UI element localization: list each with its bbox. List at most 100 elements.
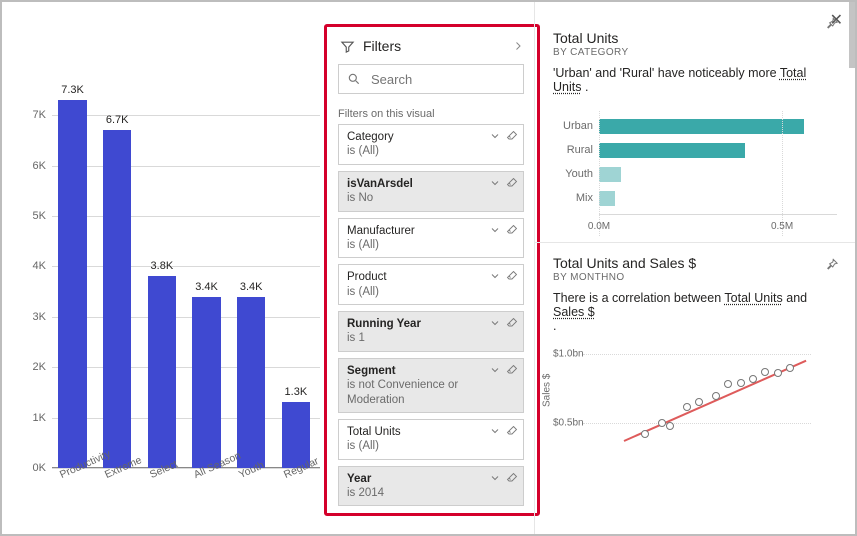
bar-value-label: 1.3K [285,386,308,398]
bar[interactable] [148,276,177,468]
filter-name: Total Units [347,425,499,439]
y-tick-label: 7K [33,109,46,121]
filter-card[interactable]: Manufactureris (All) [338,218,524,259]
insight-title: Total Units and Sales $ [553,255,837,271]
y-tick-label: 6K [33,160,46,172]
clear-filter-icon[interactable] [506,472,518,484]
clear-filter-icon[interactable] [506,270,518,282]
y-tick-label: 5K [33,210,46,222]
chevron-down-icon[interactable] [489,472,501,484]
chevron-down-icon[interactable] [489,364,501,376]
bar-value-label: 7.3K [61,84,84,96]
bar[interactable] [237,297,266,468]
clear-filter-icon[interactable] [506,317,518,329]
scatter-point[interactable] [749,375,757,383]
hbar-row[interactable]: Youth [553,162,837,186]
filters-section-label: Filters on this visual [338,108,524,120]
scatter-point[interactable] [641,430,649,438]
scatter-point[interactable] [786,364,794,372]
scatter-point[interactable] [695,398,703,406]
hbar-row[interactable]: Mix [553,186,837,210]
filter-icon [340,39,355,54]
filters-title: Filters [363,38,401,54]
filter-card[interactable]: Yearis 2014 [338,466,524,507]
hbar [599,119,804,134]
filter-state: is not Convenience or Moderation [347,378,499,407]
clear-filter-icon[interactable] [506,425,518,437]
chevron-down-icon[interactable] [489,177,501,189]
filters-panel: Filters Filters on this visual Categoryi… [328,30,534,522]
hbar-category: Urban [553,120,593,132]
y-tick-label: 1K [33,412,46,424]
search-icon [347,72,361,86]
scatter-point[interactable] [737,379,745,387]
chevron-right-icon[interactable] [512,40,524,52]
bar[interactable] [192,297,221,468]
insight-description: 'Urban' and 'Rural' have noticeably more… [553,66,837,94]
filter-card[interactable]: Productis (All) [338,264,524,305]
x-tick-label: 0.0M [588,221,610,232]
filter-card[interactable]: Categoryis (All) [338,124,524,165]
hbar-row[interactable]: Urban [553,114,837,138]
chevron-down-icon[interactable] [489,425,501,437]
filter-name: Manufacturer [347,224,499,238]
filter-name: Product [347,270,499,284]
hbar [599,143,745,158]
filter-state: is (All) [347,285,499,299]
hbar-category: Mix [553,192,593,204]
hbar-category: Rural [553,144,593,156]
chevron-down-icon[interactable] [489,317,501,329]
filter-name: Segment [347,364,499,378]
clear-filter-icon[interactable] [506,130,518,142]
clear-filter-icon[interactable] [506,364,518,376]
filter-state: is No [347,191,499,205]
filter-card[interactable]: Segmentis not Convenience or Moderation [338,358,524,413]
y-tick-label: 0K [33,462,46,474]
filter-name: isVanArsdel [347,177,499,191]
filter-name: Category [347,130,499,144]
x-tick-label: 0.5M [771,221,793,232]
filter-card[interactable]: Running Yearis 1 [338,311,524,352]
bar[interactable] [103,130,132,468]
y-tick-label: 4K [33,260,46,272]
scatter-point[interactable] [666,422,674,430]
scatter-point[interactable] [724,380,732,388]
scatter-y-axis-label: Sales $ [542,374,553,407]
chevron-down-icon[interactable] [489,270,501,282]
chevron-down-icon[interactable] [489,224,501,236]
hbar-category: Youth [553,168,593,180]
filter-state: is (All) [347,439,499,453]
insight-total-units-category: Total Units BY CATEGORY 'Urban' and 'Rur… [535,2,855,243]
search-input[interactable] [369,71,549,88]
filter-card[interactable]: isVanArsdelis No [338,171,524,212]
chevron-down-icon[interactable] [489,130,501,142]
filter-card[interactable]: Total Unitsis (All) [338,419,524,460]
bar-value-label: 3.4K [195,281,218,293]
y-tick-label: 3K [33,311,46,323]
pin-icon[interactable] [824,16,839,31]
insight-title: Total Units [553,30,837,46]
insights-pane: ✕ Total Units BY CATEGORY 'Urban' and 'R… [534,2,855,534]
filter-state: is (All) [347,144,499,158]
pin-icon[interactable] [824,257,839,272]
insight-subtitle: BY MONTHNO [553,272,837,283]
scatter-point[interactable] [658,419,666,427]
y-tick-label: $1.0bn [553,348,584,359]
y-tick-label: 2K [33,361,46,373]
clear-filter-icon[interactable] [506,224,518,236]
y-tick-label: $0.5bn [553,418,584,429]
clear-filter-icon[interactable] [506,177,518,189]
scatter-point[interactable] [712,392,720,400]
insight-units-sales: Total Units and Sales $ BY MONTHNO There… [535,243,855,473]
bar[interactable] [58,100,87,468]
scatter-point[interactable] [761,368,769,376]
filter-name: Year [347,472,499,486]
filters-search[interactable] [338,64,524,94]
main-bar-chart[interactable]: 0K1K2K3K4K5K6K7K7.3K6.7K3.8K3.4K3.4K1.3K… [2,2,328,534]
scatter-point[interactable] [683,403,691,411]
hbar-row[interactable]: Rural [553,138,837,162]
filter-name: Running Year [347,317,499,331]
hbar [599,167,621,182]
scatter-point[interactable] [774,369,782,377]
bar-value-label: 3.4K [240,281,263,293]
